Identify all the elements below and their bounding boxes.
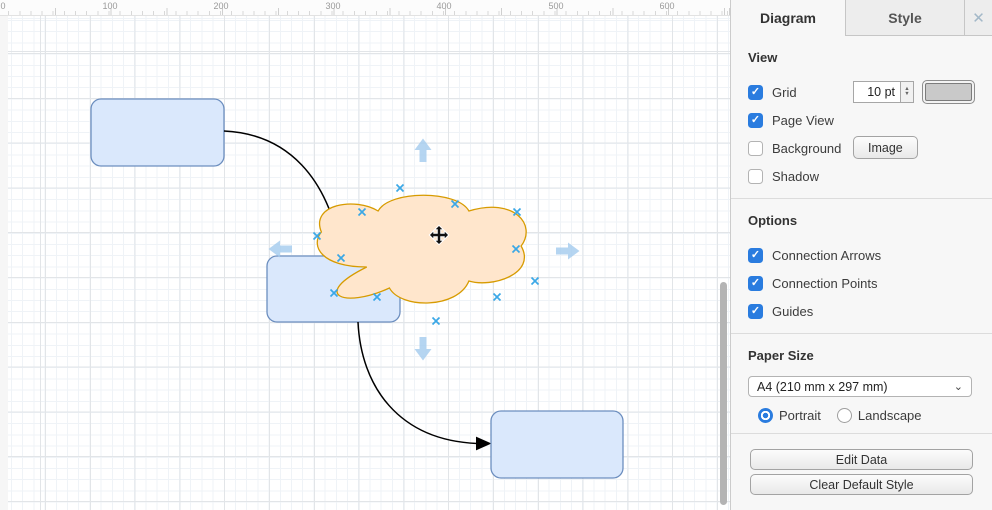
close-panel-button[interactable]: ✕	[964, 0, 992, 36]
edit-data-button[interactable]: Edit Data	[750, 449, 973, 470]
paper-size-section: Paper Size A4 (210 mm x 297 mm) ⌄ Portra…	[731, 333, 992, 433]
rounded-rectangle-node-3[interactable]	[490, 410, 624, 479]
direction-arrow-left-icon[interactable]	[268, 240, 293, 258]
view-section-title: View	[748, 50, 778, 65]
background-label: Background	[772, 140, 842, 156]
view-section: View ✓ Grid ▲ ▼ ✓ Page View ✓	[731, 36, 992, 198]
check-icon: ✓	[750, 304, 761, 317]
landscape-radio[interactable]	[836, 408, 852, 423]
ruler-label: 0	[0, 1, 6, 11]
diagram-scene	[90, 98, 624, 479]
grid-size-stepper[interactable]: ▲ ▼	[901, 81, 914, 103]
check-icon: ✓	[750, 248, 761, 261]
portrait-radio[interactable]	[758, 408, 773, 423]
grid-label: Grid	[772, 84, 797, 100]
horizontal-ruler: 0 100 200 300 400 500 600	[0, 0, 730, 16]
page-view-checkbox[interactable]: ✓	[748, 112, 763, 128]
clear-default-style-button[interactable]: Clear Default Style	[750, 474, 973, 495]
background-image-button[interactable]: Image	[853, 136, 918, 159]
connection-points-label: Connection Points	[772, 275, 878, 291]
page-view-row: ✓ Page View	[748, 106, 975, 134]
portrait-label: Portrait	[779, 408, 821, 423]
ruler-label: 400	[436, 1, 452, 11]
tab-diagram-label: Diagram	[759, 9, 817, 26]
paper-size-value: A4 (210 mm x 297 mm)	[757, 379, 888, 394]
ruler-label: 200	[213, 1, 229, 11]
paper-size-select[interactable]: A4 (210 mm x 297 mm) ⌄	[748, 376, 972, 397]
grid-color-button[interactable]	[922, 80, 975, 104]
orientation-row: Portrait Landscape	[758, 408, 975, 423]
connection-point-icon[interactable]	[431, 316, 441, 326]
grid-checkbox[interactable]: ✓	[748, 84, 763, 100]
connection-point-icon[interactable]	[530, 276, 540, 286]
direction-arrow-up-icon[interactable]	[414, 138, 432, 163]
guides-label: Guides	[772, 303, 814, 319]
connection-points-row: ✓ Connection Points	[748, 269, 975, 297]
grid-row: ✓ Grid ▲ ▼	[748, 78, 975, 106]
format-panel: Diagram Style ✕ View ✓ Grid ▲ ▼ ✓	[730, 0, 992, 510]
connection-arrows-checkbox[interactable]: ✓	[748, 247, 763, 263]
paper-size-title: Paper Size	[748, 348, 814, 363]
tab-diagram[interactable]: Diagram	[731, 0, 845, 36]
rounded-rectangle-node-1[interactable]	[90, 98, 225, 167]
vertical-scrollbar-thumb[interactable]	[720, 282, 727, 505]
guides-checkbox[interactable]: ✓	[748, 303, 763, 319]
grid-size-input[interactable]	[853, 81, 901, 103]
ruler-label: 500	[548, 1, 564, 11]
grid-size-controls: ▲ ▼	[853, 80, 975, 104]
connection-point-icon[interactable]	[395, 183, 405, 193]
cloud-node[interactable]	[317, 195, 526, 303]
page-view-label: Page View	[772, 112, 834, 128]
check-icon: ✓	[750, 113, 761, 126]
check-icon: ✓	[750, 276, 761, 289]
connector-edge-2[interactable]	[357, 321, 478, 445]
options-section-title: Options	[748, 213, 798, 228]
actions-section: Edit Data Clear Default Style	[731, 433, 992, 509]
drawing-canvas[interactable]: 0 100 200 300 400 500 600	[0, 0, 730, 510]
connection-arrows-label: Connection Arrows	[772, 247, 882, 263]
diagram-editor: 0 100 200 300 400 500 600 Diagram Style …	[0, 0, 992, 510]
tab-style[interactable]: Style	[845, 0, 964, 36]
tab-style-label: Style	[888, 9, 922, 26]
grid-color-swatch	[925, 83, 972, 101]
close-icon: ✕	[972, 9, 985, 27]
landscape-label: Landscape	[857, 408, 922, 423]
ruler-label: 600	[659, 1, 675, 11]
connection-points-checkbox[interactable]: ✓	[748, 275, 763, 291]
chevron-down-icon: ⌄	[953, 380, 963, 393]
background-checkbox[interactable]: ✓	[748, 140, 763, 156]
background-row: ✓ Background Image	[748, 134, 975, 162]
direction-arrow-down-icon[interactable]	[414, 337, 432, 361]
shadow-row: ✓ Shadow	[748, 162, 975, 190]
shadow-label: Shadow	[772, 168, 819, 184]
connection-point-icon[interactable]	[492, 292, 502, 302]
check-icon: ✓	[750, 85, 761, 98]
guides-row: ✓ Guides	[748, 297, 975, 325]
ruler-label: 300	[325, 1, 341, 11]
panel-tabs: Diagram Style ✕	[731, 0, 992, 36]
connection-arrows-row: ✓ Connection Arrows	[748, 241, 975, 269]
ruler-label: 100	[102, 1, 118, 11]
shadow-checkbox[interactable]: ✓	[748, 168, 763, 184]
arrowhead-icon	[476, 436, 492, 451]
direction-arrow-right-icon[interactable]	[556, 242, 580, 260]
stepper-down-icon[interactable]: ▼	[904, 91, 909, 97]
options-section: Options ✓ Connection Arrows ✓ Connection…	[731, 198, 992, 333]
